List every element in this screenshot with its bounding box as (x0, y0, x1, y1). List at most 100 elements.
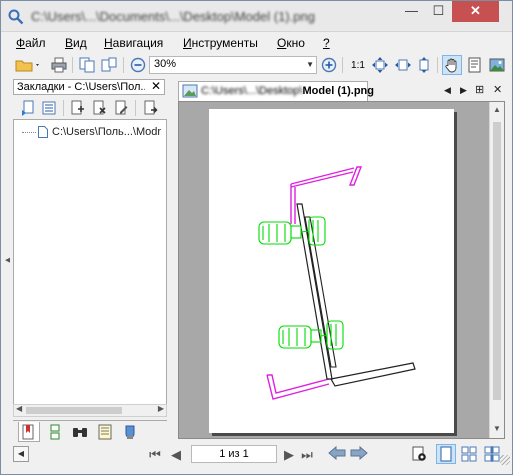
menu-bar: Файл Вид Навигация Инструменты Окно ? (1, 34, 512, 52)
go-to-bookmark-button[interactable] (142, 99, 160, 117)
tree-item[interactable]: C:\Users\Поль...\Modr (22, 125, 161, 139)
continuous-page-icon (484, 446, 500, 462)
tab-close-icon[interactable]: ✕ (493, 83, 502, 96)
image-file-icon (182, 84, 198, 98)
bookmarks-panel: Закладки - C:\Users\Пол... ✕ C:\Users\По… (10, 77, 170, 444)
next-page-button[interactable]: ▶ (281, 446, 297, 464)
panel-title: Закладки - C:\Users\Пол... (17, 81, 145, 93)
fit-pages-button[interactable] (99, 55, 119, 75)
document-tab-title: C:\Users\...\Desktop\Model (1).png (201, 85, 374, 97)
last-page-button[interactable]: ⏭ (299, 446, 315, 464)
menu-file[interactable]: Файл (16, 36, 46, 50)
title-bar[interactable]: C:\Users\...\Documents\...\Desktop\Model… (1, 1, 512, 32)
app-logo-icon (8, 9, 24, 25)
delete-bookmark-icon (93, 100, 106, 115)
menu-help[interactable]: ? (323, 36, 330, 50)
hand-tool-icon (445, 58, 457, 73)
zoom-out-button[interactable] (128, 55, 148, 75)
print-icon (51, 57, 67, 73)
edit-bookmark-icon (115, 100, 128, 115)
actual-size-button[interactable]: 1:1 (348, 55, 368, 75)
zoom-in-button[interactable] (319, 55, 339, 75)
tab-notes[interactable] (94, 422, 116, 442)
single-page-icon (440, 446, 452, 462)
bookmark-list-button[interactable] (40, 99, 58, 117)
delete-bookmark-button[interactable] (90, 99, 108, 117)
zoom-select[interactable]: 30% ▼ (149, 56, 317, 74)
panel-header: Закладки - C:\Users\Пол... ✕ (13, 79, 165, 95)
scroll-left-icon[interactable]: ◀ (16, 404, 22, 413)
open-button[interactable] (13, 55, 43, 75)
copy-page-button[interactable] (77, 55, 97, 75)
main-toolbar: 30% ▼ 1:1 (1, 53, 512, 77)
bracket-drawing (258, 166, 416, 400)
resize-grip[interactable] (500, 455, 510, 465)
tab-thumbnails[interactable] (44, 422, 66, 442)
fit-pages-icon (101, 57, 117, 72)
document-page (209, 109, 454, 433)
two-page-icon (461, 446, 477, 462)
last-page-icon: ⏭ (301, 447, 313, 462)
tab-bookmarks[interactable] (18, 422, 40, 442)
tab-scroll-right-icon[interactable]: ▶ (460, 85, 467, 96)
document-tab[interactable]: C:\Users\...\Desktop\Model (1).png (178, 81, 374, 101)
notes-tab-icon (98, 424, 112, 440)
scrollbar-thumb[interactable] (493, 122, 501, 400)
prev-page-button[interactable]: ◀ (168, 446, 184, 464)
go-to-bookmark-icon (144, 100, 158, 115)
bookmark-tree: C:\Users\Поль...\Modr (13, 119, 167, 405)
single-page-view-button[interactable] (436, 444, 456, 464)
scroll-right-icon[interactable]: ▶ (158, 404, 164, 413)
panel-tabs (13, 420, 167, 442)
fit-page-icon (372, 57, 388, 73)
fit-width-icon (395, 59, 411, 71)
tree-item-label: C:\Users\Поль...\Modr (52, 126, 162, 138)
history-back-button[interactable] (327, 445, 347, 464)
thumbnails-tab-icon (50, 424, 60, 440)
tab-list-icon[interactable]: ⊞ (475, 83, 484, 96)
chevron-down-icon: ▼ (306, 60, 314, 69)
tab-info[interactable] (119, 422, 141, 442)
window-title: C:\Users\...\Documents\...\Desktop\Model… (31, 9, 315, 24)
two-page-view-button[interactable] (459, 444, 479, 464)
scroll-up-icon[interactable]: ▲ (493, 105, 501, 114)
add-bookmark-button[interactable] (68, 99, 86, 117)
expand-bookmark-button[interactable] (20, 99, 38, 117)
scrollbar-thumb[interactable] (26, 407, 122, 414)
fit-width-button[interactable] (393, 55, 413, 75)
history-forward-button[interactable] (349, 445, 369, 464)
continuous-view-button[interactable] (482, 444, 502, 464)
next-page-icon: ▶ (284, 447, 294, 462)
first-page-button[interactable]: ⏮ (147, 446, 163, 464)
scroll-down-icon[interactable]: ▼ (493, 424, 501, 433)
menu-navigation[interactable]: Навигация (104, 36, 163, 50)
panel-horizontal-scrollbar[interactable]: ◀ ▶ (13, 404, 167, 417)
edit-bookmark-button[interactable] (112, 99, 130, 117)
close-button[interactable]: ✕ (452, 1, 499, 22)
menu-tools[interactable]: Инструменты (183, 36, 258, 50)
page-settings-button[interactable] (409, 444, 429, 464)
image-button[interactable] (487, 55, 507, 75)
viewport-vertical-scrollbar[interactable]: ▲ ▼ (489, 102, 504, 438)
panel-close-button[interactable]: ✕ (151, 79, 161, 93)
menu-view[interactable]: Вид (65, 36, 87, 50)
tab-search[interactable] (69, 422, 91, 442)
app-window: C:\Users\...\Documents\...\Desktop\Model… (0, 0, 513, 475)
document-viewport[interactable]: ▲ ▼ (178, 101, 505, 439)
panel-toggle-button[interactable]: ◀ (13, 446, 29, 462)
hand-tool-button[interactable] (442, 55, 462, 75)
properties-button[interactable] (465, 55, 485, 75)
first-page-icon: ⏮ (149, 447, 161, 462)
page-number-field[interactable]: 1 из 1 (191, 445, 277, 463)
fit-page-button[interactable] (370, 55, 390, 75)
open-folder-icon (15, 60, 39, 72)
maximize-button[interactable]: ☐ (425, 1, 452, 22)
print-button[interactable] (49, 55, 69, 75)
panel-toolbar (10, 97, 170, 119)
fit-height-button[interactable] (414, 55, 434, 75)
tab-scroll-left-icon[interactable]: ◀ (444, 85, 451, 96)
minimize-button[interactable]: — (398, 1, 425, 22)
bookmarks-tab-icon (22, 424, 34, 439)
page-settings-icon (412, 446, 426, 461)
menu-window[interactable]: Окно (277, 36, 305, 50)
